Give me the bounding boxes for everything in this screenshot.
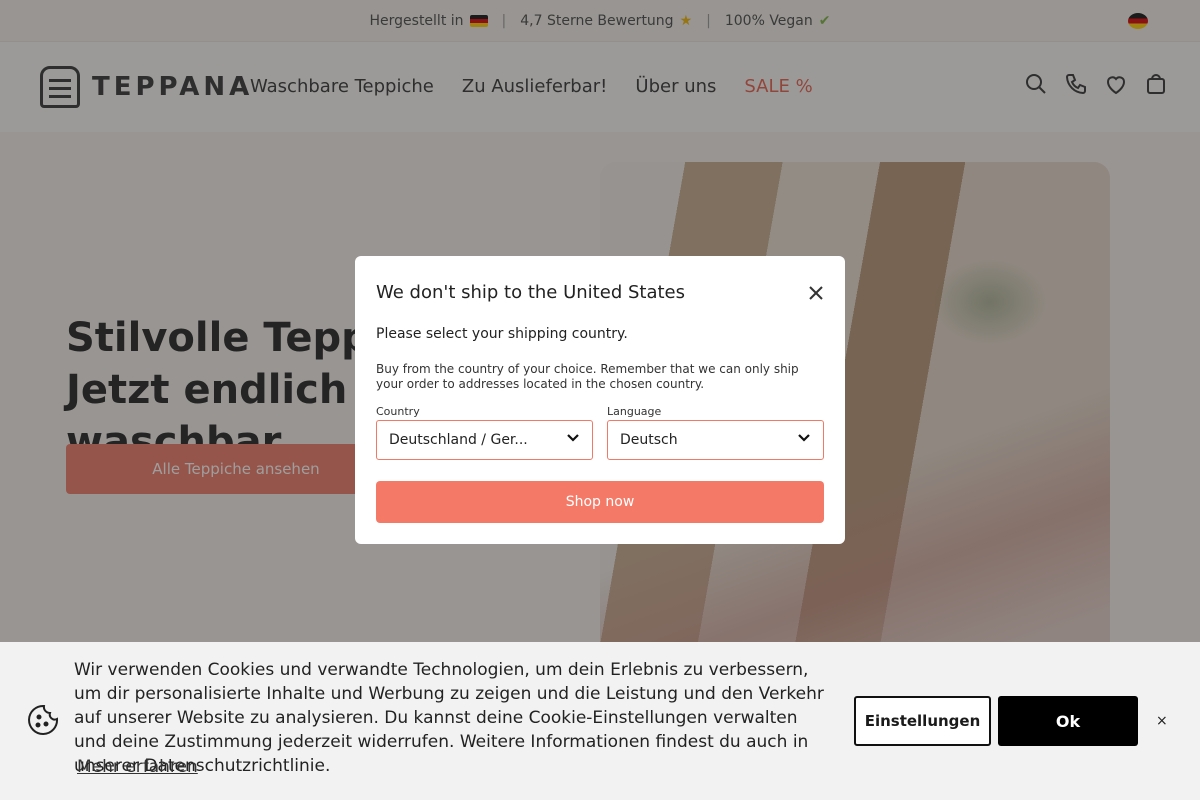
modal-title: We don't ship to the United States — [376, 282, 685, 303]
shop-now-button[interactable]: Shop now — [376, 481, 824, 523]
modal-description: Buy from the country of your choice. Rem… — [376, 362, 799, 391]
cookie-ok-button[interactable]: Ok — [998, 696, 1138, 746]
learn-more-link[interactable]: Mehr erfahren — [77, 757, 198, 777]
language-select-value: Deutsch — [620, 432, 678, 448]
country-select-value: Deutschland / Ger... — [389, 432, 528, 448]
language-label: Language — [607, 405, 662, 418]
cookie-close-button[interactable]: × — [1156, 713, 1168, 729]
country-label: Country — [376, 405, 420, 418]
close-icon[interactable] — [807, 284, 825, 302]
country-select[interactable]: Deutschland / Ger... — [376, 420, 593, 460]
chevron-down-icon — [797, 431, 811, 449]
modal-subtitle: Please select your shipping country. — [376, 326, 628, 342]
shipping-country-modal: We don't ship to the United States Pleas… — [355, 256, 845, 544]
cookie-settings-button[interactable]: Einstellungen — [854, 696, 991, 746]
language-select[interactable]: Deutsch — [607, 420, 824, 460]
chevron-down-icon — [566, 431, 580, 449]
cookie-icon — [28, 704, 60, 740]
